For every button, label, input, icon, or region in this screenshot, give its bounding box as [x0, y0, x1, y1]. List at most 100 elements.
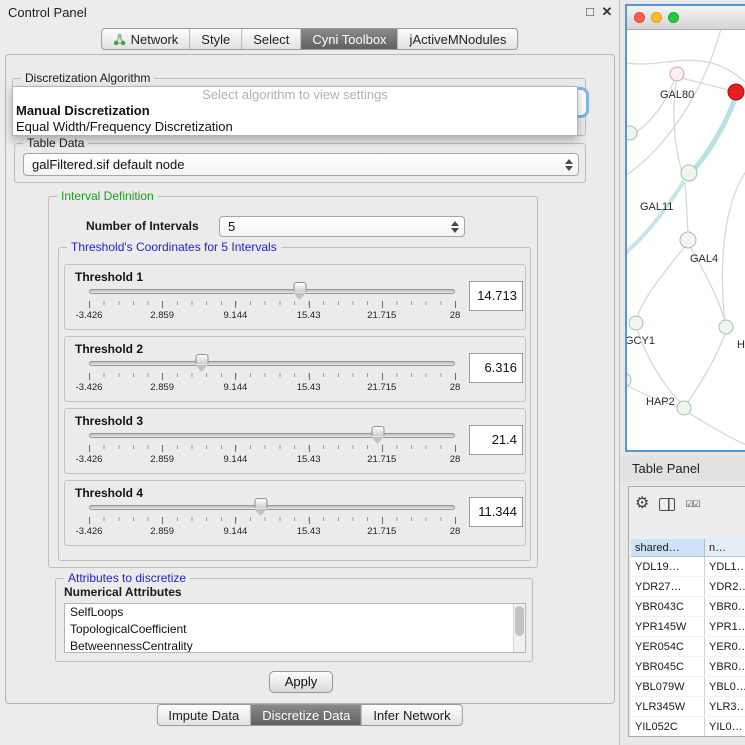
network-node[interactable]	[629, 316, 643, 330]
interval-definition-title: Interval Definition	[57, 189, 158, 203]
threshold-4-value-field[interactable]: 11.344	[469, 497, 523, 527]
table-row[interactable]: YDR27…YDR2…	[631, 577, 745, 597]
table-panel-window: ⚙ ☑☑ shared… n… YDL19…YDL1… YDR27…YDR2… …	[628, 486, 745, 737]
table-row[interactable]: YBR045CYBR0…	[631, 657, 745, 677]
select-columns-icon[interactable]: ☑☑	[685, 500, 699, 509]
table-row[interactable]: YBL079WYBL0…	[631, 677, 745, 697]
tick-label: 15.43	[297, 454, 321, 465]
network-canvas[interactable]: GAL80 GAL11 GAL4 GCY1 HAP2 H	[627, 30, 745, 450]
network-view-window: GAL80 GAL11 GAL4 GCY1 HAP2 H	[625, 4, 745, 452]
table-panel-title: Table Panel	[632, 461, 700, 476]
scrollbar-thumb[interactable]	[515, 606, 524, 636]
slider-track[interactable]	[89, 433, 455, 438]
thresholds-group-title: Threshold's Coordinates for 5 Intervals	[67, 240, 281, 254]
tick-label: 2.859	[150, 454, 174, 465]
numerical-attributes-label: Numerical Attributes	[64, 585, 182, 599]
attributes-list-scrollbar[interactable]	[513, 604, 525, 652]
columns-icon[interactable]	[659, 498, 675, 511]
algorithm-dropdown-popup: Select algorithm to view settings Manual…	[12, 86, 578, 136]
slider-track[interactable]	[89, 361, 455, 366]
algorithm-placeholder: Select algorithm to view settings	[13, 87, 577, 103]
table-row[interactable]: YBR043CYBR0…	[631, 597, 745, 617]
dropdown-item-manual-discretization[interactable]: Manual Discretization	[13, 103, 577, 119]
close-icon[interactable]: ✕	[600, 4, 614, 20]
table-data-combobox[interactable]: galFiltered.sif default node	[23, 153, 579, 176]
node-label: GCY1	[627, 335, 655, 347]
apply-button[interactable]: Apply	[269, 671, 333, 693]
network-node[interactable]	[627, 373, 631, 387]
tab-style[interactable]: Style	[190, 29, 242, 49]
algorithm-group-title: Discretization Algorithm	[21, 71, 154, 85]
network-icon	[113, 33, 126, 46]
threshold-2-group: Threshold 2 -3.426 2.859 9.144	[64, 336, 526, 402]
slider-thumb[interactable]	[196, 354, 209, 364]
float-window-icon[interactable]: □	[583, 4, 597, 19]
list-item[interactable]: SelfLoops	[65, 604, 525, 621]
network-node[interactable]	[670, 67, 684, 81]
threshold-2-value-field[interactable]: 6.316	[469, 353, 523, 383]
node-attribute-table: shared… n… YDL19…YDL1… YDR27…YDR2… YBR04…	[631, 539, 745, 736]
network-window-titlebar[interactable]	[627, 6, 745, 30]
tab-network[interactable]: Network	[102, 29, 191, 49]
list-item[interactable]: TopologicalCoefficient	[65, 621, 525, 638]
threshold-2-slider[interactable]: -3.426 2.859 9.144 15.43 21.715 28	[89, 353, 455, 393]
slider-thumb[interactable]	[294, 282, 307, 292]
network-node[interactable]	[677, 401, 691, 415]
tick-label: 2.859	[150, 526, 174, 537]
slider-thumb[interactable]	[372, 426, 385, 436]
slider-track[interactable]	[89, 289, 455, 294]
slider-minor-ticks	[89, 445, 455, 449]
number-of-intervals-value: 5	[228, 219, 235, 234]
selected-network-node[interactable]	[728, 84, 744, 100]
minimize-traffic-light-icon[interactable]	[651, 12, 662, 23]
number-of-intervals-combobox[interactable]: 5	[219, 216, 465, 237]
slider-thumb[interactable]	[255, 498, 268, 508]
slider-track[interactable]	[89, 505, 455, 510]
tick-label: 15.43	[297, 310, 321, 321]
tick-label: 2.859	[150, 310, 174, 321]
node-label: GAL80	[660, 89, 694, 101]
tick-label: 28	[450, 526, 461, 537]
slider-minor-ticks	[89, 517, 455, 521]
tab-discretize-data[interactable]: Discretize Data	[251, 705, 362, 725]
control-panel-tabbar: Network Style Select Cyni Toolbox jActiv…	[101, 28, 519, 50]
threshold-4-slider[interactable]: -3.426 2.859 9.144 15.43 21.715 28	[89, 497, 455, 537]
network-node[interactable]	[680, 232, 696, 248]
node-label: GAL11	[640, 201, 673, 213]
tab-jactivemodules[interactable]: jActiveMNodules	[399, 29, 518, 49]
attributes-group-title: Attributes to discretize	[64, 571, 190, 585]
table-row[interactable]: YIL052CYIL0…	[631, 717, 745, 736]
node-label: H	[737, 339, 745, 351]
table-row[interactable]: YPR145WYPR1…	[631, 617, 745, 637]
tab-infer-network[interactable]: Infer Network	[362, 705, 461, 725]
tab-select[interactable]: Select	[242, 29, 301, 49]
threshold-3-group: Threshold 3 -3.426 2.859 9.144	[64, 408, 526, 474]
threshold-1-value-field[interactable]: 14.713	[469, 281, 523, 311]
column-header[interactable]: shared…	[631, 539, 705, 556]
threshold-3-value-field[interactable]: 21.4	[469, 425, 523, 455]
node-label: HAP2	[646, 396, 675, 408]
threshold-4-group: Threshold 4 -3.426 2.859 9.144	[64, 480, 526, 546]
table-row[interactable]: YER054CYER0…	[631, 637, 745, 657]
tab-impute-data[interactable]: Impute Data	[157, 705, 251, 725]
table-row[interactable]: YLR345WYLR3…	[631, 697, 745, 717]
gear-icon[interactable]: ⚙	[635, 496, 649, 512]
table-row[interactable]: YDL19…YDL1…	[631, 557, 745, 577]
table-panel-toolbar: ⚙ ☑☑	[635, 491, 699, 517]
list-item[interactable]: BetweennessCentrality	[65, 638, 525, 653]
network-node[interactable]	[627, 126, 637, 140]
column-header[interactable]: n…	[705, 539, 745, 556]
tick-label: 28	[450, 310, 461, 321]
close-traffic-light-icon[interactable]	[634, 12, 645, 23]
network-node[interactable]	[681, 165, 697, 181]
tick-label: 28	[450, 382, 461, 393]
tick-label: -3.426	[76, 526, 103, 537]
tick-label: 2.859	[150, 382, 174, 393]
threshold-1-slider[interactable]: -3.426 2.859 9.144 15.43 21.715 28	[89, 281, 455, 321]
threshold-3-slider[interactable]: -3.426 2.859 9.144 15.43 21.715 28	[89, 425, 455, 465]
zoom-traffic-light-icon[interactable]	[668, 12, 679, 23]
network-node[interactable]	[719, 320, 733, 334]
tab-cyni-toolbox[interactable]: Cyni Toolbox	[301, 29, 398, 49]
dropdown-item-equal-width[interactable]: Equal Width/Frequency Discretization	[13, 119, 577, 135]
threshold-1-group: Threshold 1 -3.426 2.859 9.144	[64, 264, 526, 330]
